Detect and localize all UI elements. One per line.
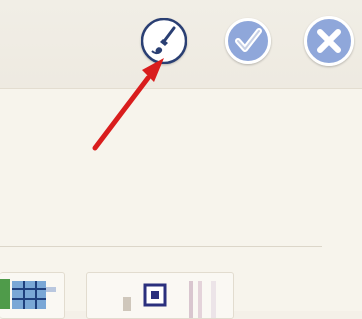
- thumbnail-1[interactable]: [0, 272, 65, 319]
- thumbnail-1-image: [0, 279, 56, 309]
- close-button[interactable]: [304, 16, 354, 66]
- toolbar-buttons: [0, 16, 362, 68]
- paintbrush-icon: [141, 18, 187, 64]
- checkmark-icon: [225, 18, 271, 64]
- confirm-button[interactable]: [225, 18, 271, 64]
- top-toolbar: [0, 0, 362, 89]
- thumbnail-2[interactable]: [86, 272, 234, 319]
- brush-style-button[interactable]: [141, 18, 187, 64]
- thumbnail-2-image: [123, 281, 216, 318]
- close-icon: [304, 16, 354, 66]
- divider: [0, 246, 322, 247]
